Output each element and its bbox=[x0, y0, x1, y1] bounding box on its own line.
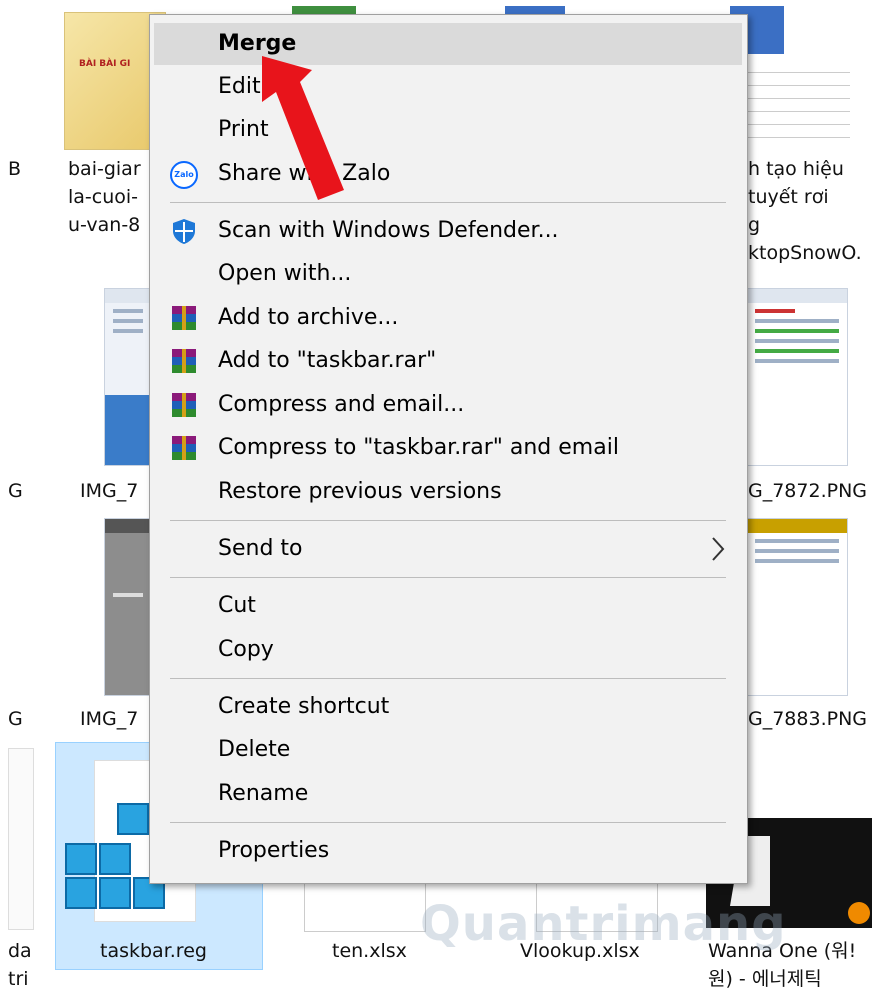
menu-item-restore-previous-versions[interactable]: Restore previous versions bbox=[150, 471, 747, 513]
menu-item-open-with[interactable]: Open with... bbox=[150, 253, 747, 295]
menu-item-label: Rename bbox=[218, 781, 309, 806]
bai-giang-label-2[interactable]: la-cuoi- bbox=[68, 184, 138, 211]
menu-separator bbox=[170, 577, 726, 578]
img-thumbnail-2[interactable] bbox=[104, 518, 152, 696]
menu-item-label: Add to archive... bbox=[218, 305, 399, 330]
img-7872-thumbnail[interactable] bbox=[746, 288, 848, 466]
menu-item-edit[interactable]: Edit bbox=[150, 66, 747, 108]
ten-xlsx-thumbnail[interactable] bbox=[304, 880, 426, 932]
menu-item-compress-and-email[interactable]: Compress and email... bbox=[150, 384, 747, 426]
menu-item-label: Compress to "taskbar.rar" and email bbox=[218, 435, 619, 460]
img-label-1[interactable]: IMG_7 bbox=[80, 478, 138, 505]
menu-item-label: Send to bbox=[218, 536, 303, 561]
img-7883-label[interactable]: G_7883.PNG bbox=[748, 706, 867, 733]
bottom-left-label-1[interactable]: da bbox=[8, 938, 32, 965]
wanna-one-label-2[interactable]: 원) - 에너제틱 bbox=[708, 966, 822, 993]
menu-item-scan-with-windows-defender[interactable]: Scan with Windows Defender... bbox=[150, 210, 747, 252]
ten-xlsx-label[interactable]: ten.xlsx bbox=[332, 938, 407, 965]
menu-item-properties[interactable]: Properties bbox=[150, 830, 747, 872]
menu-item-label: Print bbox=[218, 117, 269, 142]
img-7872-label[interactable]: G_7872.PNG bbox=[748, 478, 867, 505]
img-7883-thumbnail[interactable] bbox=[746, 518, 848, 696]
winrar-icon bbox=[172, 436, 196, 460]
bottom-left-label-2[interactable]: tri bbox=[8, 966, 29, 993]
doc-lines-thumbnail[interactable] bbox=[746, 60, 850, 140]
menu-item-label: Properties bbox=[218, 838, 330, 863]
menu-item-label: Open with... bbox=[218, 261, 352, 286]
right-file-label-3[interactable]: g bbox=[748, 212, 760, 239]
img-label-2[interactable]: IMG_7 bbox=[80, 706, 138, 733]
menu-item-add-to-archive[interactable]: Add to archive... bbox=[150, 297, 747, 339]
winrar-icon bbox=[172, 393, 196, 417]
chevron-right-icon bbox=[712, 537, 725, 561]
menu-item-rename[interactable]: Rename bbox=[150, 773, 747, 815]
menu-item-label: Add to "taskbar.rar" bbox=[218, 348, 437, 373]
bai-giang-label-3[interactable]: u-van-8 bbox=[68, 212, 140, 239]
menu-item-label: Merge bbox=[218, 31, 297, 56]
menu-separator bbox=[170, 520, 726, 521]
winrar-icon bbox=[172, 306, 196, 330]
menu-item-compress-to-taskbar-rar-and-email[interactable]: Compress to "taskbar.rar" and email bbox=[150, 427, 747, 469]
menu-item-label: Delete bbox=[218, 737, 291, 762]
windows-defender-icon bbox=[173, 219, 195, 244]
thumbnail-title: BÀI BÀI GI bbox=[79, 59, 131, 69]
menu-item-print[interactable]: Print bbox=[150, 109, 747, 151]
menu-item-add-to-taskbar-rar[interactable]: Add to "taskbar.rar" bbox=[150, 340, 747, 382]
menu-item-label: Scan with Windows Defender... bbox=[218, 218, 559, 243]
left-bottom-thumbnail[interactable] bbox=[8, 748, 34, 930]
left-file-label-3[interactable]: G bbox=[8, 706, 23, 733]
left-file-label-1[interactable]: B bbox=[8, 156, 21, 183]
menu-separator bbox=[170, 822, 726, 823]
menu-item-label: Compress and email... bbox=[218, 392, 465, 417]
menu-item-delete[interactable]: Delete bbox=[150, 729, 747, 771]
zalo-icon: Zalo bbox=[170, 161, 198, 189]
menu-item-create-shortcut[interactable]: Create shortcut bbox=[150, 686, 747, 728]
menu-item-share-with-zalo[interactable]: Zalo Share with Zalo bbox=[150, 153, 747, 195]
menu-item-cut[interactable]: Cut bbox=[150, 585, 747, 627]
menu-item-copy[interactable]: Copy bbox=[150, 629, 747, 671]
menu-separator bbox=[170, 202, 726, 203]
menu-item-label: Restore previous versions bbox=[218, 479, 502, 504]
menu-item-label: Cut bbox=[218, 593, 256, 618]
winrar-icon bbox=[172, 349, 196, 373]
menu-item-label: Create shortcut bbox=[218, 694, 390, 719]
img-thumbnail-1[interactable] bbox=[104, 288, 152, 466]
taskbar-reg-label[interactable]: taskbar.reg bbox=[100, 938, 207, 965]
watermark-text: Quantrimang bbox=[420, 896, 787, 952]
left-file-label-2[interactable]: G bbox=[8, 478, 23, 505]
menu-item-label: Edit bbox=[218, 74, 261, 99]
menu-item-send-to[interactable]: Send to bbox=[150, 528, 747, 570]
bai-giang-label-1[interactable]: bai-giar bbox=[68, 156, 141, 183]
menu-separator bbox=[170, 678, 726, 679]
right-file-label-2[interactable]: tuyết rơi bbox=[748, 184, 829, 211]
right-file-label-1[interactable]: h tạo hiệu bbox=[748, 156, 844, 183]
menu-item-label: Share with Zalo bbox=[218, 161, 391, 186]
menu-item-label: Copy bbox=[218, 637, 274, 662]
context-menu: Merge Edit Print Zalo Share with Zalo Sc… bbox=[149, 14, 748, 884]
right-file-label-4[interactable]: ktopSnowO. bbox=[748, 240, 862, 267]
menu-item-merge[interactable]: Merge bbox=[154, 23, 742, 65]
